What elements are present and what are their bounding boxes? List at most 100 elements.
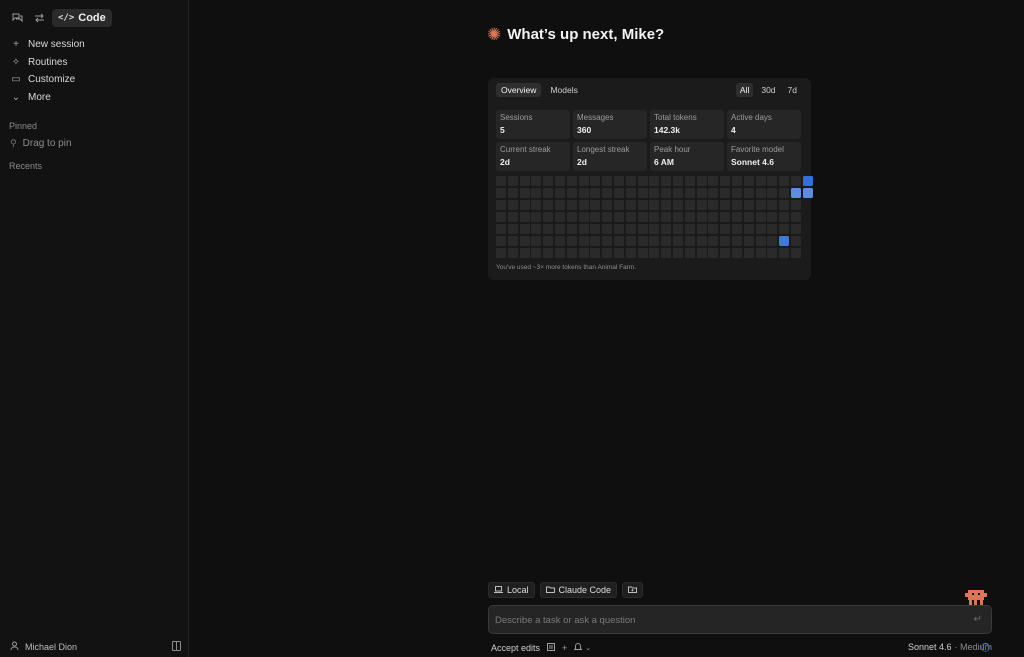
enter-icon[interactable]: ↵ (974, 614, 982, 625)
heatmap-cell (637, 188, 648, 198)
heatmap-cell (684, 200, 695, 210)
heatmap-cell (602, 200, 613, 210)
heatmap-cell (555, 248, 565, 258)
heatmap-cell (661, 248, 672, 258)
user-profile[interactable]: Michael Dion (10, 641, 77, 652)
heatmap-cell (696, 188, 707, 198)
stat-total-tokens: Total tokens 142.3k (650, 110, 724, 139)
heatmap-cell (649, 176, 660, 186)
heatmap-cell (767, 200, 778, 210)
heatmap-cell (649, 200, 660, 210)
range-30d[interactable]: 30d (757, 83, 779, 97)
add-attachment-icon[interactable]: + (562, 643, 567, 653)
heatmap-cell (543, 248, 554, 258)
heatmap-cell (625, 224, 636, 234)
heatmap-cell (614, 248, 624, 258)
heatmap-cell (602, 224, 613, 234)
user-name: Michael Dion (25, 641, 78, 652)
stat-label: Peak hour (654, 145, 691, 154)
heatmap-cell (531, 188, 542, 198)
heatmap-cell (743, 212, 754, 222)
heatmap-cell (661, 200, 672, 210)
range-all[interactable]: All (735, 83, 754, 97)
plan-mode-icon[interactable] (547, 642, 556, 653)
heatmap-cell (637, 236, 648, 246)
notification-bell-icon[interactable] (573, 642, 583, 653)
tab-models[interactable]: Models (545, 83, 582, 97)
heatmap-cell (649, 224, 660, 234)
sidebar-item-routines[interactable]: ✧ Routines (8, 54, 180, 72)
heatmap-cell (708, 188, 719, 198)
stat-value: 6 AM (654, 157, 674, 167)
pinned-section-label: Pinned (9, 121, 38, 131)
swap-icon[interactable] (30, 9, 48, 27)
heatmap-cell (673, 200, 683, 210)
pin-hint-label: Drag to pin (22, 138, 72, 149)
stat-label: Total tokens (654, 113, 697, 122)
tab-overview[interactable]: Overview (496, 83, 542, 97)
stat-label: Current streak (500, 145, 551, 154)
heatmap-cell (720, 200, 731, 210)
project-chip-claude-code[interactable]: Claude Code (539, 582, 618, 598)
sidebar-item-label: Routines (28, 56, 68, 68)
sidebar-item-customize[interactable]: ▭ Customize (8, 71, 180, 89)
heatmap-cell (496, 248, 506, 258)
range-selector: All 30d 7d (735, 83, 801, 97)
heatmap-cell (566, 212, 577, 222)
heatmap-cell (673, 212, 683, 222)
stat-value: 360 (577, 125, 592, 135)
heatmap-cell (661, 212, 672, 222)
heatmap-cell (496, 176, 506, 186)
heatmap-cell (779, 200, 790, 210)
claude-burst-icon: ✺ (487, 25, 502, 44)
recents-section-label: Recents (9, 161, 43, 171)
heatmap-cell (531, 200, 542, 210)
heatmap-cell (531, 176, 542, 186)
heatmap-cell (590, 236, 601, 246)
heatmap-cell (755, 236, 766, 246)
claude-mascot-icon (964, 588, 988, 606)
chat-bubble-icon[interactable] (8, 9, 26, 27)
sidebar-item-more[interactable]: ⌄ More (8, 89, 180, 107)
heatmap-cell (590, 212, 601, 222)
folder-icon (545, 586, 555, 595)
heatmap-cell (566, 200, 577, 210)
heatmap-cell (543, 200, 554, 210)
heatmap-cell (590, 176, 601, 186)
chip-label: Local (507, 585, 529, 595)
accept-edits-toggle[interactable]: Accept edits (491, 643, 540, 653)
code-mode-button[interactable]: </> Code (52, 9, 112, 27)
heatmap-cell (614, 200, 624, 210)
model-selector[interactable]: Sonnet 4.6 · Medium (908, 642, 992, 652)
heatmap-cell (590, 248, 601, 258)
stat-label: Messages (577, 113, 614, 122)
heatmap-cell (578, 248, 589, 258)
heatmap-cell (696, 212, 707, 222)
heatmap-cell (590, 188, 601, 198)
sidebar-item-label: Customize (28, 74, 76, 86)
heatmap-cell (673, 224, 683, 234)
heatmap-cell (767, 236, 778, 246)
heatmap-cell (614, 236, 624, 246)
range-7d[interactable]: 7d (784, 83, 801, 97)
heatmap-cell (696, 236, 707, 246)
heatmap-cell (578, 212, 589, 222)
heatmap-cell (767, 212, 778, 222)
heatmap-cell (779, 212, 790, 222)
heatmap-cell (519, 176, 530, 186)
heatmap-cell (496, 236, 506, 246)
task-input[interactable] (495, 612, 965, 628)
heatmap-cell (743, 200, 754, 210)
heatmap-cell (602, 212, 613, 222)
environment-chip-local[interactable]: Local (488, 582, 535, 598)
chevron-down-icon[interactable]: ⌄ (585, 644, 591, 652)
sidebar-item-new-session[interactable]: + New session (8, 36, 180, 54)
heatmap-cell (543, 236, 554, 246)
add-folder-chip[interactable] (622, 582, 644, 598)
pin-hint: ⚲ Drag to pin (10, 138, 72, 149)
heatmap-cell (779, 224, 790, 234)
stats-tabs: Overview Models (496, 83, 583, 97)
sidebar-toggle-icon[interactable] (172, 641, 181, 651)
heatmap-cell (543, 224, 554, 234)
heatmap-cell (720, 224, 731, 234)
